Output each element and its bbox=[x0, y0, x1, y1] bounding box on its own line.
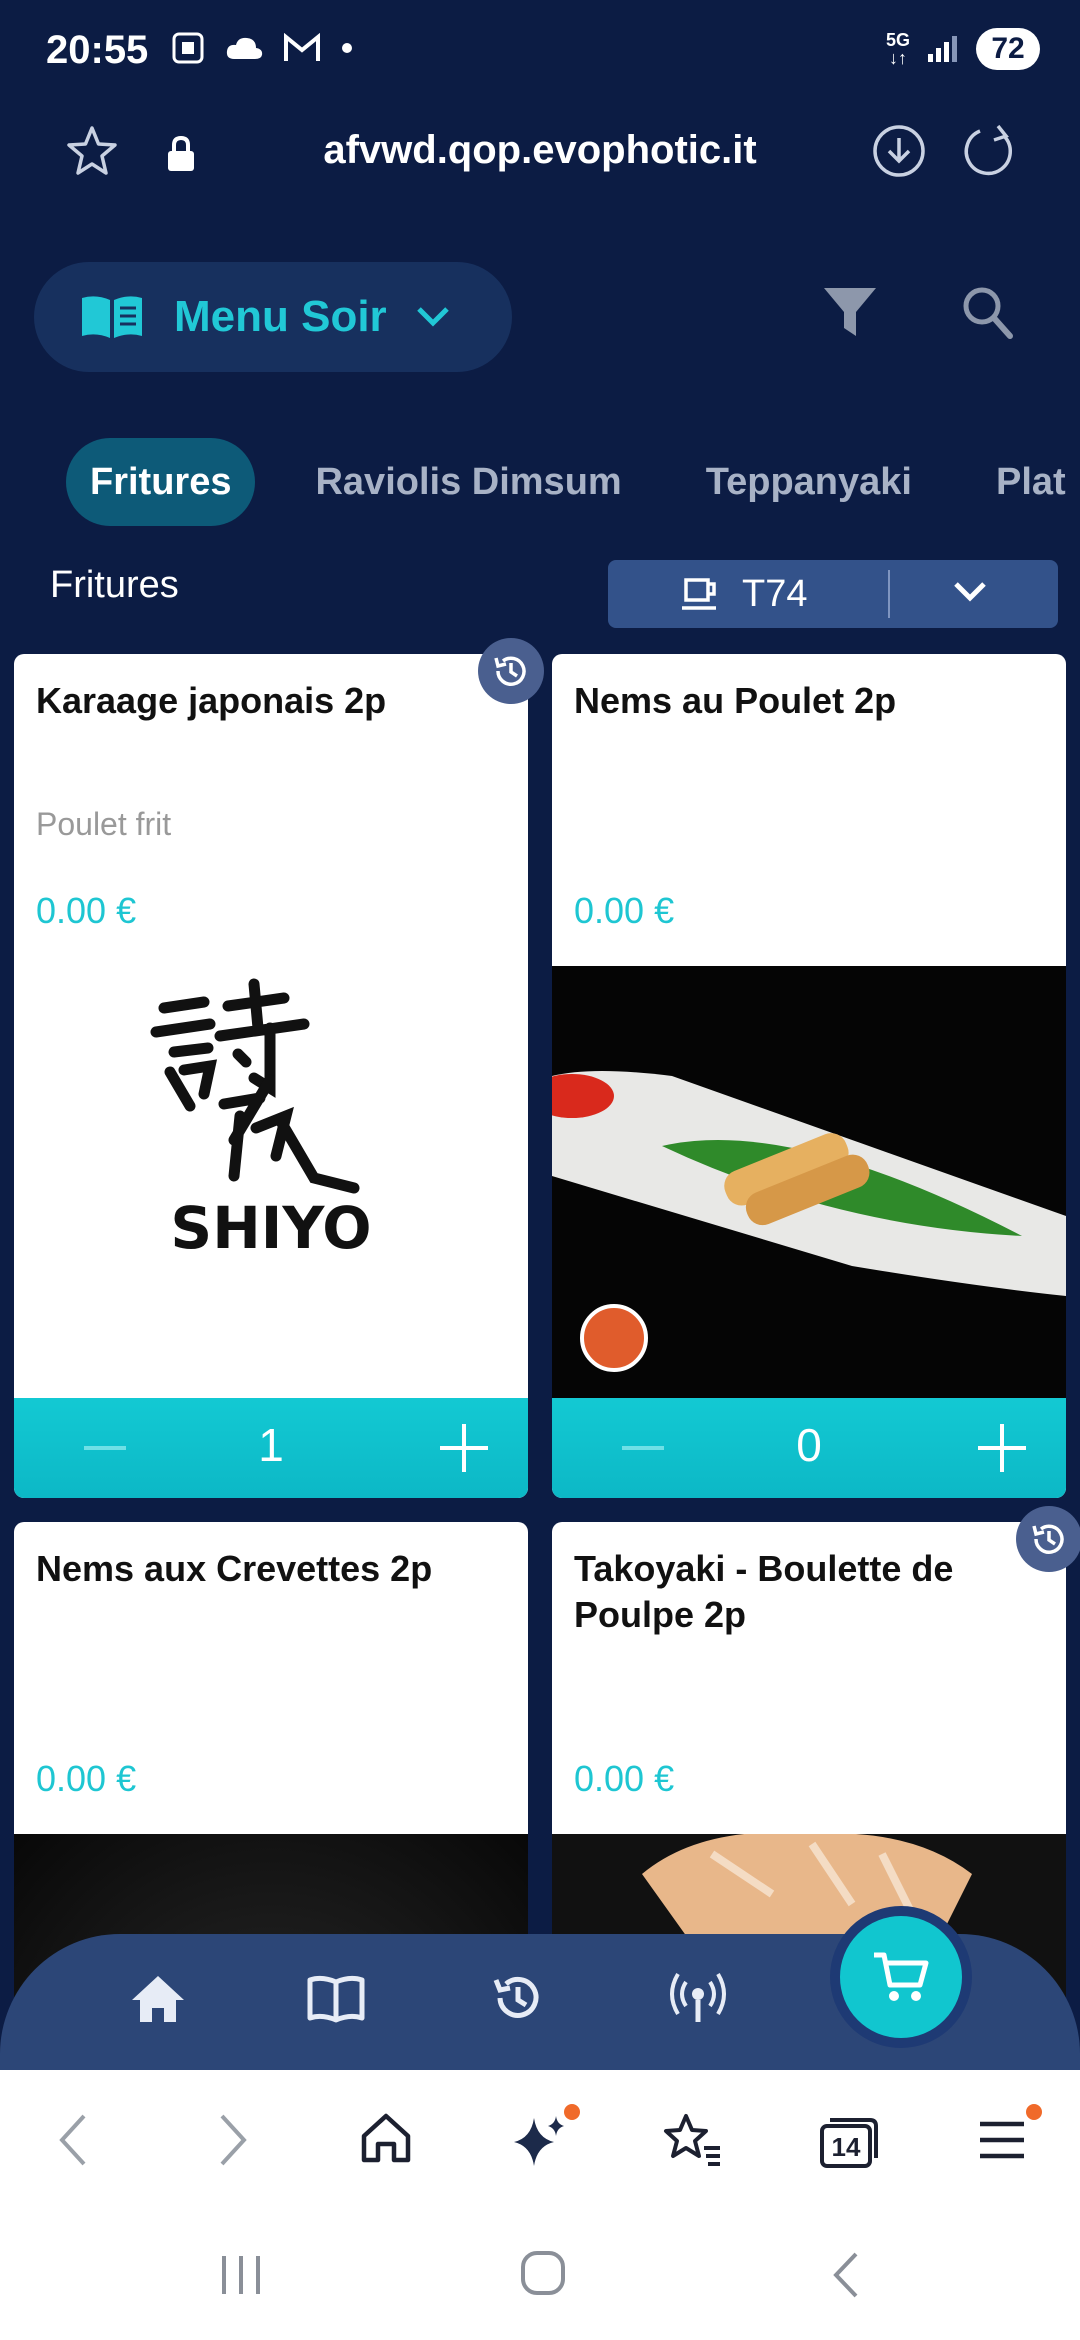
sparkle-icon[interactable] bbox=[510, 2110, 570, 2170]
browser-toolbar: 14 bbox=[0, 2070, 1080, 2210]
forward-icon[interactable] bbox=[212, 2110, 252, 2170]
product-card[interactable]: Nems au Poulet 2p 0.00 € 0 bbox=[552, 654, 1066, 1498]
product-name: Nems aux Crevettes 2p bbox=[36, 1548, 433, 1589]
product-card[interactable]: Karaage japonais 2p Poulet frit 0.00 € S… bbox=[14, 654, 528, 1498]
system-navigation-bar bbox=[0, 2210, 1080, 2340]
notification-dot bbox=[1026, 2104, 1042, 2120]
logo-text: SHIYO bbox=[170, 1194, 371, 1262]
network-type: 5G ↓↑ bbox=[885, 30, 910, 68]
bookmarks-icon[interactable] bbox=[662, 2110, 724, 2170]
notification-dot bbox=[564, 2104, 580, 2120]
download-icon[interactable] bbox=[870, 122, 928, 180]
cart-icon bbox=[874, 1952, 929, 2001]
history-icon bbox=[1032, 1524, 1064, 1554]
battery-indicator: 72 bbox=[976, 28, 1040, 70]
reload-icon[interactable] bbox=[960, 122, 1018, 180]
signal-icon bbox=[928, 36, 957, 62]
search-icon[interactable] bbox=[960, 282, 1016, 342]
calligraphy-logo: SHIYO bbox=[150, 978, 372, 1262]
dot-icon bbox=[342, 43, 352, 53]
chevron-down-icon bbox=[416, 307, 449, 327]
product-description: Poulet frit bbox=[36, 806, 172, 842]
status-notification-icons bbox=[170, 30, 354, 66]
cloud-icon bbox=[226, 37, 263, 59]
home-button-icon[interactable] bbox=[518, 2248, 568, 2298]
selector-divider bbox=[888, 570, 890, 618]
increase-button[interactable] bbox=[978, 1424, 1026, 1472]
system-back-icon[interactable] bbox=[826, 2250, 866, 2300]
waiter-call-icon[interactable] bbox=[668, 1970, 728, 2026]
recent-apps-icon[interactable] bbox=[216, 2252, 266, 2298]
history-badge bbox=[478, 638, 544, 704]
chevron-down-icon[interactable] bbox=[952, 580, 988, 604]
hamburger-menu-icon[interactable] bbox=[976, 2110, 1028, 2170]
table-label: T74 bbox=[742, 572, 808, 615]
table-selector[interactable]: T74 bbox=[608, 560, 1058, 628]
menu-book-icon[interactable] bbox=[306, 1970, 366, 2026]
tab-plat[interactable]: Plat bbox=[972, 438, 1080, 526]
product-price: 0.00 € bbox=[36, 890, 137, 931]
tabs-button[interactable]: 14 bbox=[816, 2110, 878, 2170]
home-icon[interactable] bbox=[128, 1970, 188, 2026]
browser-url-bar[interactable]: afvwd.qop.evophotic.it bbox=[0, 100, 1080, 210]
menu-selector[interactable]: Menu Soir bbox=[34, 262, 512, 372]
book-icon bbox=[82, 296, 142, 338]
table-icon bbox=[682, 578, 716, 610]
home-icon[interactable] bbox=[358, 2110, 414, 2166]
tab-teppanyaki[interactable]: Teppanyaki bbox=[682, 438, 936, 526]
product-name: Karaage japonais 2p bbox=[36, 680, 387, 721]
product-price: 0.00 € bbox=[574, 1758, 675, 1799]
increase-button[interactable] bbox=[440, 1424, 488, 1472]
status-right: 5G ↓↑ 72 bbox=[886, 28, 1040, 70]
product-name: Takoyaki - Boulette de Poulpe 2p bbox=[574, 1548, 954, 1635]
history-badge bbox=[1016, 1506, 1080, 1572]
filter-icon[interactable] bbox=[820, 282, 880, 342]
product-price: 0.00 € bbox=[574, 890, 675, 931]
back-icon[interactable] bbox=[54, 2110, 94, 2170]
product-price: 0.00 € bbox=[36, 1758, 137, 1799]
status-bar: 20:55 5G ↓↑ 72 bbox=[0, 0, 1080, 100]
tab-fritures[interactable]: Fritures bbox=[66, 438, 256, 526]
tab-raviolis-dimsum[interactable]: Raviolis Dimsum bbox=[291, 438, 645, 526]
gmail-icon bbox=[284, 33, 320, 61]
tab-count: 14 bbox=[831, 2132, 861, 2162]
screenshot-icon bbox=[172, 32, 204, 64]
quantity-stepper: 0 bbox=[552, 1398, 1066, 1498]
menu-label: Menu Soir bbox=[174, 292, 387, 341]
section-title: Fritures bbox=[50, 564, 179, 606]
cart-button[interactable] bbox=[830, 1906, 972, 2048]
quantity-stepper: 1 bbox=[14, 1398, 528, 1498]
food-photo bbox=[552, 1071, 1066, 1372]
status-time: 20:55 bbox=[46, 28, 149, 72]
history-icon bbox=[494, 656, 526, 686]
history-icon[interactable] bbox=[488, 1970, 548, 2026]
category-tabs: Fritures Raviolis Dimsum Teppanyaki Plat bbox=[66, 438, 1080, 526]
spring-rolls-photo bbox=[552, 966, 1066, 1398]
product-name: Nems au Poulet 2p bbox=[574, 680, 897, 721]
shiyo-logo: SHIYO bbox=[14, 966, 528, 1398]
